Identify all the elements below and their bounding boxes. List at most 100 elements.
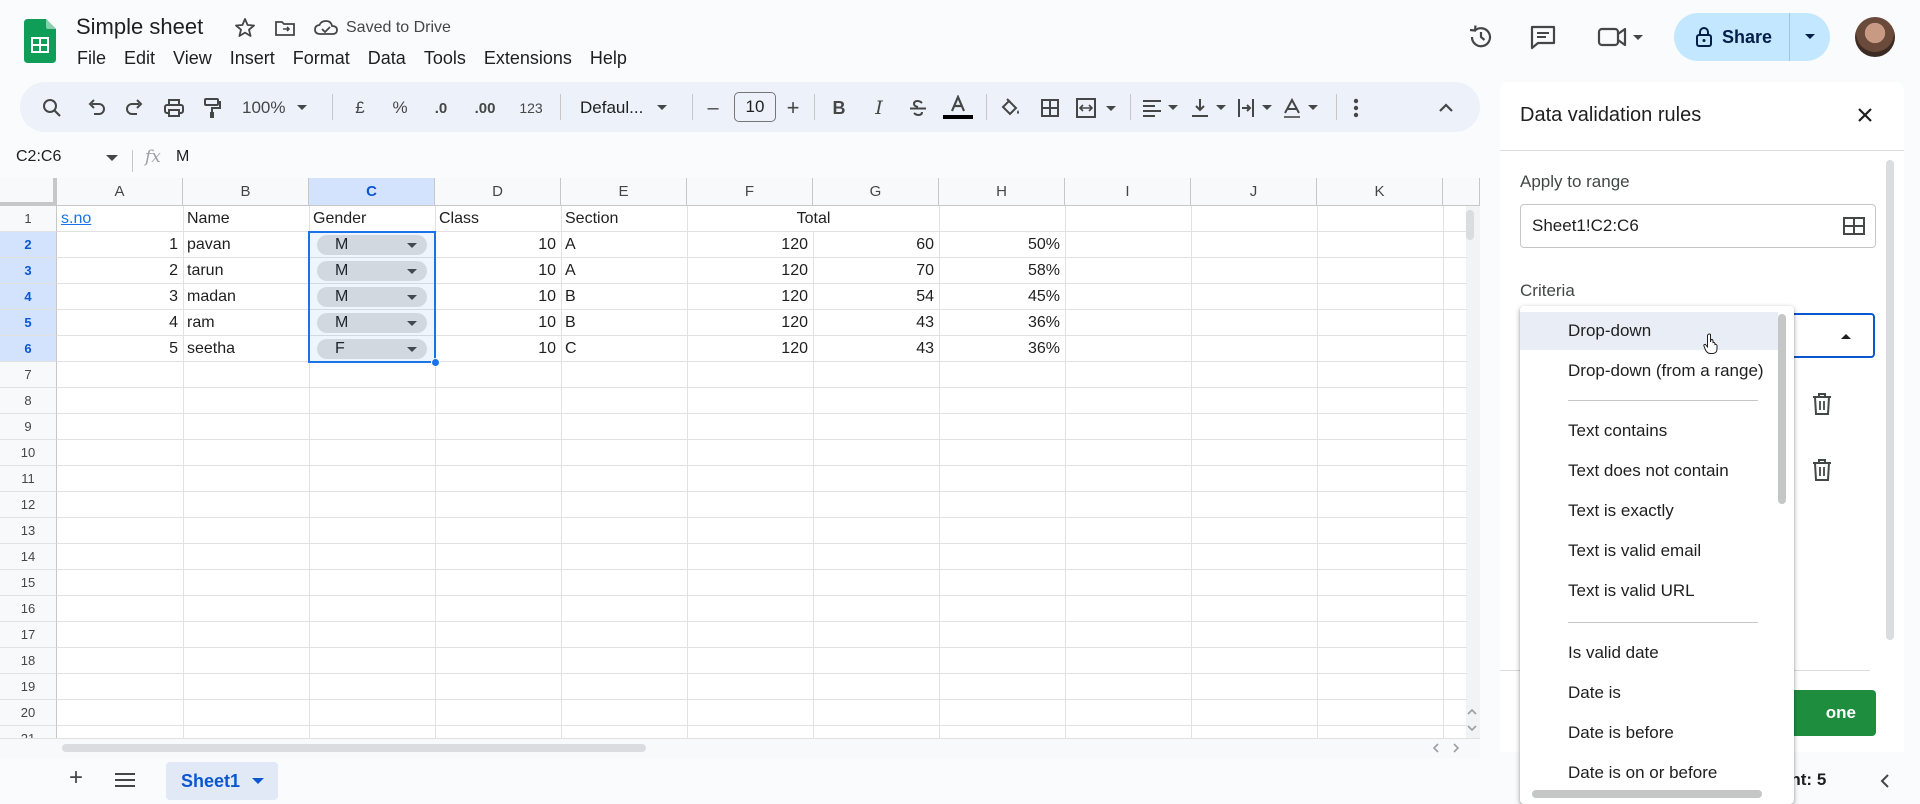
cell-g3[interactable]: 70 <box>813 258 939 284</box>
strikethrough-icon[interactable] <box>906 96 930 120</box>
scroll-right-icon[interactable] <box>1452 743 1460 753</box>
redo-icon[interactable] <box>123 96 147 120</box>
borders-icon[interactable] <box>1038 96 1062 120</box>
column-header-b[interactable]: B <box>183 178 309 206</box>
decrease-font-size-button[interactable]: – <box>704 96 722 120</box>
cell-e2[interactable]: A <box>565 232 685 258</box>
cell-a5[interactable]: 4 <box>57 310 183 336</box>
cell-b3[interactable]: tarun <box>187 258 307 284</box>
scroll-down-icon[interactable] <box>1467 724 1477 732</box>
number-format-button[interactable]: 123 <box>514 96 548 120</box>
menu-data[interactable]: Data <box>359 46 415 71</box>
menu-file[interactable]: File <box>68 46 115 71</box>
cell-b6[interactable]: seetha <box>187 336 307 362</box>
fill-color-icon[interactable] <box>998 96 1022 120</box>
cell-a4[interactable]: 3 <box>57 284 183 310</box>
column-header-overflow[interactable] <box>1443 178 1480 206</box>
row-header-15[interactable]: 15 <box>0 570 57 596</box>
column-header-d[interactable]: D <box>435 178 561 206</box>
column-header-k[interactable]: K <box>1317 178 1443 206</box>
option-text-is-exactly[interactable]: Text is exactly <box>1520 492 1778 530</box>
cell-d3[interactable]: 10 <box>435 258 561 284</box>
cell-f1-merged[interactable]: Total <box>688 206 939 232</box>
scroll-up-icon[interactable] <box>1467 708 1477 716</box>
menu-help[interactable]: Help <box>581 46 636 71</box>
collapse-toolbar-icon[interactable] <box>1434 96 1458 120</box>
option-date-is-before[interactable]: Date is before <box>1520 714 1778 752</box>
vertical-align-icon[interactable] <box>1188 96 1232 120</box>
row-header-16[interactable]: 16 <box>0 596 57 622</box>
option-date-is[interactable]: Date is <box>1520 674 1778 712</box>
move-folder-icon[interactable] <box>273 16 297 40</box>
option-text-does-not-contain[interactable]: Text does not contain <box>1520 452 1778 490</box>
menu-format[interactable]: Format <box>284 46 359 71</box>
row-header-6[interactable]: 6 <box>0 336 57 362</box>
option-dropdown[interactable]: Drop-down <box>1520 312 1778 350</box>
option-text-contains[interactable]: Text contains <box>1520 412 1778 450</box>
share-button[interactable]: Share <box>1674 13 1830 61</box>
column-header-j[interactable]: J <box>1191 178 1317 206</box>
cell-h3[interactable]: 58% <box>939 258 1065 284</box>
cell-f3[interactable]: 120 <box>687 258 813 284</box>
cell-a1[interactable]: s.no <box>61 206 181 232</box>
cell-a2[interactable]: 1 <box>57 232 183 258</box>
row-header-17[interactable]: 17 <box>0 622 57 648</box>
row-header-9[interactable]: 9 <box>0 414 57 440</box>
vertical-scrollbar-thumb[interactable] <box>1466 210 1474 240</box>
option-text-is-valid-url[interactable]: Text is valid URL <box>1520 572 1778 610</box>
menu-vertical-scrollbar[interactable] <box>1778 314 1786 504</box>
column-header-i[interactable]: I <box>1065 178 1191 206</box>
star-icon[interactable] <box>233 16 257 40</box>
option-dropdown-from-range[interactable]: Drop-down (from a range) <box>1520 352 1778 390</box>
row-header-2[interactable]: 2 <box>0 232 57 258</box>
avatar[interactable] <box>1855 17 1895 57</box>
all-sheets-icon[interactable] <box>114 772 136 788</box>
horizontal-align-icon[interactable] <box>1140 96 1184 120</box>
increase-decimal-button[interactable]: .00 <box>468 96 502 120</box>
row-header-14[interactable]: 14 <box>0 544 57 570</box>
row-header-1[interactable]: 1 <box>0 206 57 232</box>
paint-format-icon[interactable] <box>200 96 224 120</box>
cell-d5[interactable]: 10 <box>435 310 561 336</box>
zoom-select[interactable]: 100% <box>242 96 314 120</box>
version-history-icon[interactable] <box>1466 22 1496 52</box>
horizontal-scrollbar-thumb[interactable] <box>62 744 646 752</box>
cell-d2[interactable]: 10 <box>435 232 561 258</box>
menu-insert[interactable]: Insert <box>221 46 284 71</box>
italic-icon[interactable]: I <box>868 96 890 120</box>
cell-f5[interactable]: 120 <box>687 310 813 336</box>
delete-option-1-icon[interactable] <box>1812 392 1832 416</box>
explore-toggle-icon[interactable] <box>1880 774 1890 788</box>
cell-a6[interactable]: 5 <box>57 336 183 362</box>
comments-icon[interactable] <box>1528 22 1558 52</box>
increase-font-size-button[interactable]: + <box>784 95 802 120</box>
apply-range-input[interactable]: Sheet1!C2:C6 <box>1520 204 1876 248</box>
option-is-valid-date[interactable]: Is valid date <box>1520 634 1778 672</box>
cell-g2[interactable]: 60 <box>813 232 939 258</box>
percent-format-button[interactable]: % <box>388 96 412 120</box>
sheets-logo-icon[interactable] <box>24 19 56 63</box>
cell-g6[interactable]: 43 <box>813 336 939 362</box>
bold-icon[interactable]: B <box>828 96 850 120</box>
cell-e6[interactable]: C <box>565 336 685 362</box>
currency-format-button[interactable]: £ <box>350 96 370 120</box>
cell-f2[interactable]: 120 <box>687 232 813 258</box>
delete-option-2-icon[interactable] <box>1812 458 1832 482</box>
row-header-4[interactable]: 4 <box>0 284 57 310</box>
spreadsheet-grid[interactable]: A B C D E F G H I J K 1 2 3 4 5 6 7 8 9 … <box>0 178 1480 758</box>
share-dropdown-icon[interactable] <box>1790 33 1830 41</box>
menu-extensions[interactable]: Extensions <box>475 46 581 71</box>
option-date-is-on-or-before[interactable]: Date is on or before <box>1520 754 1778 792</box>
font-size-input[interactable]: 10 <box>734 92 776 122</box>
text-wrapping-icon[interactable] <box>1234 96 1278 120</box>
menu-edit[interactable]: Edit <box>115 46 164 71</box>
row-header-18[interactable]: 18 <box>0 648 57 674</box>
select-range-icon[interactable] <box>1843 217 1865 235</box>
option-text-is-valid-email[interactable]: Text is valid email <box>1520 532 1778 570</box>
print-icon[interactable] <box>162 96 186 120</box>
cell-b5[interactable]: ram <box>187 310 307 336</box>
cell-f4[interactable]: 120 <box>687 284 813 310</box>
cell-h6[interactable]: 36% <box>939 336 1065 362</box>
row-header-12[interactable]: 12 <box>0 492 57 518</box>
cell-h5[interactable]: 36% <box>939 310 1065 336</box>
